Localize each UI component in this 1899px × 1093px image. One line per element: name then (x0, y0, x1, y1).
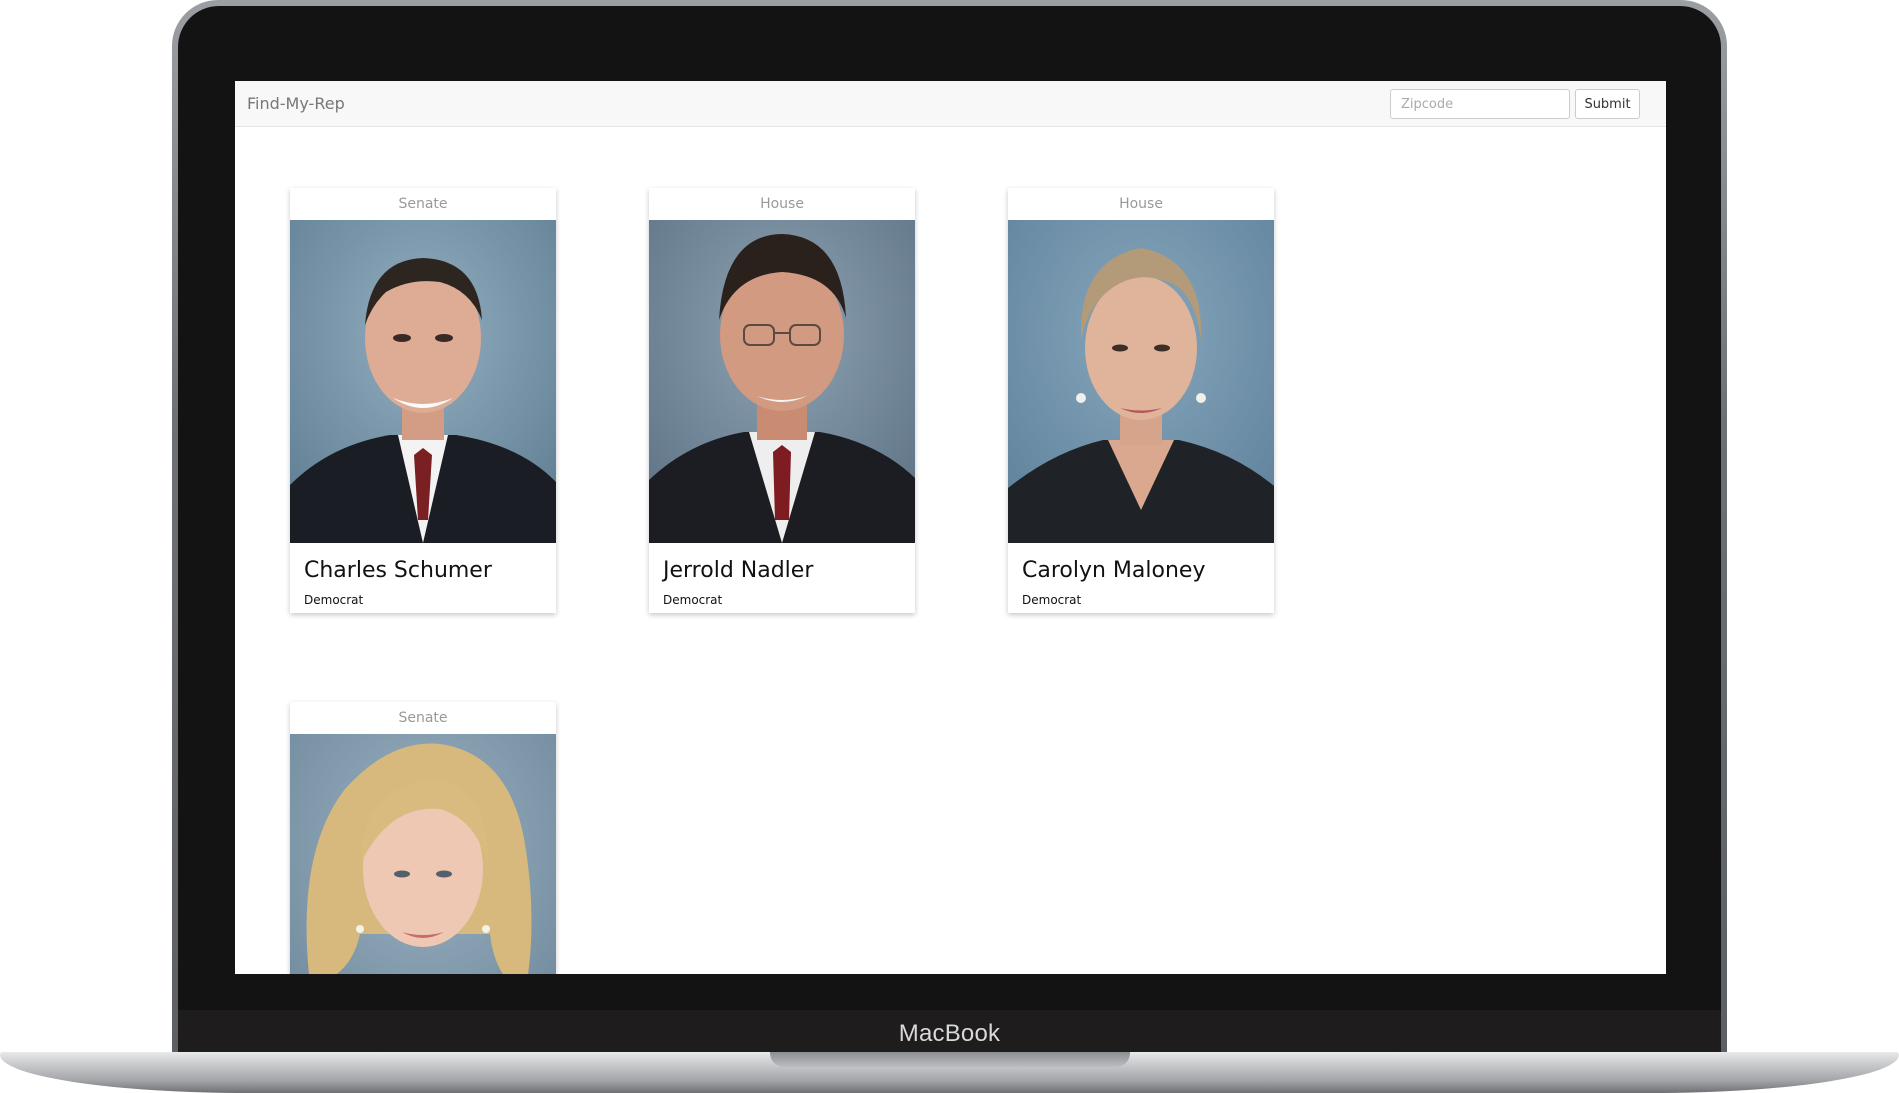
rep-card[interactable]: House (1008, 188, 1274, 613)
rep-portrait (649, 220, 915, 543)
browser-viewport: Find-My-Rep Submit Senate (235, 81, 1666, 974)
app-brand-link[interactable]: Find-My-Rep (247, 94, 345, 113)
rep-name: Jerrold Nadler (663, 558, 814, 583)
rep-portrait (290, 220, 556, 543)
rep-card[interactable]: House (649, 188, 915, 613)
rep-chamber: House (760, 196, 804, 212)
rep-party: Democrat (304, 593, 364, 607)
rep-portrait (290, 734, 556, 974)
rep-party: Democrat (1022, 593, 1082, 607)
submit-button[interactable]: Submit (1575, 89, 1640, 119)
rep-name: Charles Schumer (304, 558, 492, 583)
rep-party: Democrat (663, 593, 723, 607)
laptop-hinge-notch (770, 1052, 1130, 1067)
rep-chamber: House (1119, 196, 1163, 212)
zipcode-input[interactable] (1390, 89, 1570, 119)
rep-portrait (1008, 220, 1274, 543)
device-brand-label: MacBook (898, 1020, 1001, 1047)
rep-chamber: Senate (398, 196, 448, 212)
rep-card[interactable]: Senate (290, 188, 556, 613)
rep-card[interactable]: Senate (290, 702, 556, 974)
rep-chamber: Senate (398, 710, 448, 726)
laptop-mockup: MacBook Find-My-Rep Submit Senate (0, 0, 1899, 1093)
rep-name: Carolyn Maloney (1022, 558, 1206, 583)
navbar: Find-My-Rep Submit (235, 81, 1666, 127)
